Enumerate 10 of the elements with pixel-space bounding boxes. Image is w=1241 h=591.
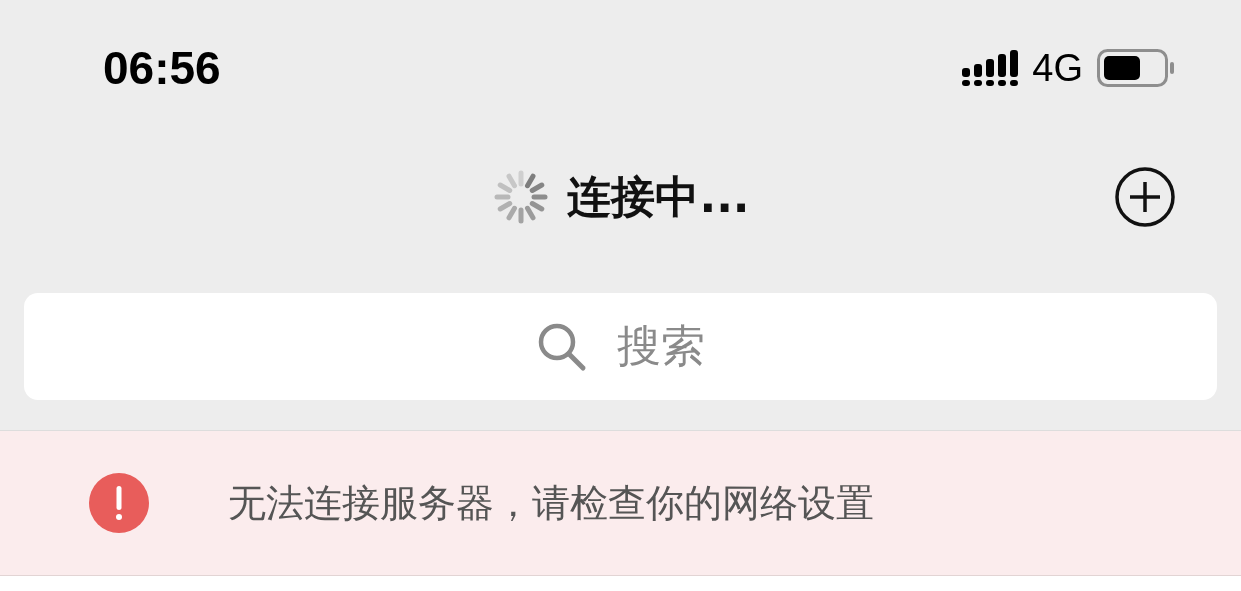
battery-icon — [1097, 49, 1175, 87]
search-icon — [536, 321, 587, 372]
network-type: 4G — [1032, 46, 1083, 90]
nav-title: 连接中... — [567, 169, 750, 224]
status-time: 06:56 — [103, 41, 221, 95]
error-icon — [89, 473, 149, 533]
error-message: 无法连接服务器，请检查你的网络设置 — [228, 479, 874, 527]
search-field[interactable]: 搜索 — [24, 293, 1217, 400]
add-icon[interactable] — [1114, 166, 1176, 228]
signal-icon — [962, 50, 1019, 86]
